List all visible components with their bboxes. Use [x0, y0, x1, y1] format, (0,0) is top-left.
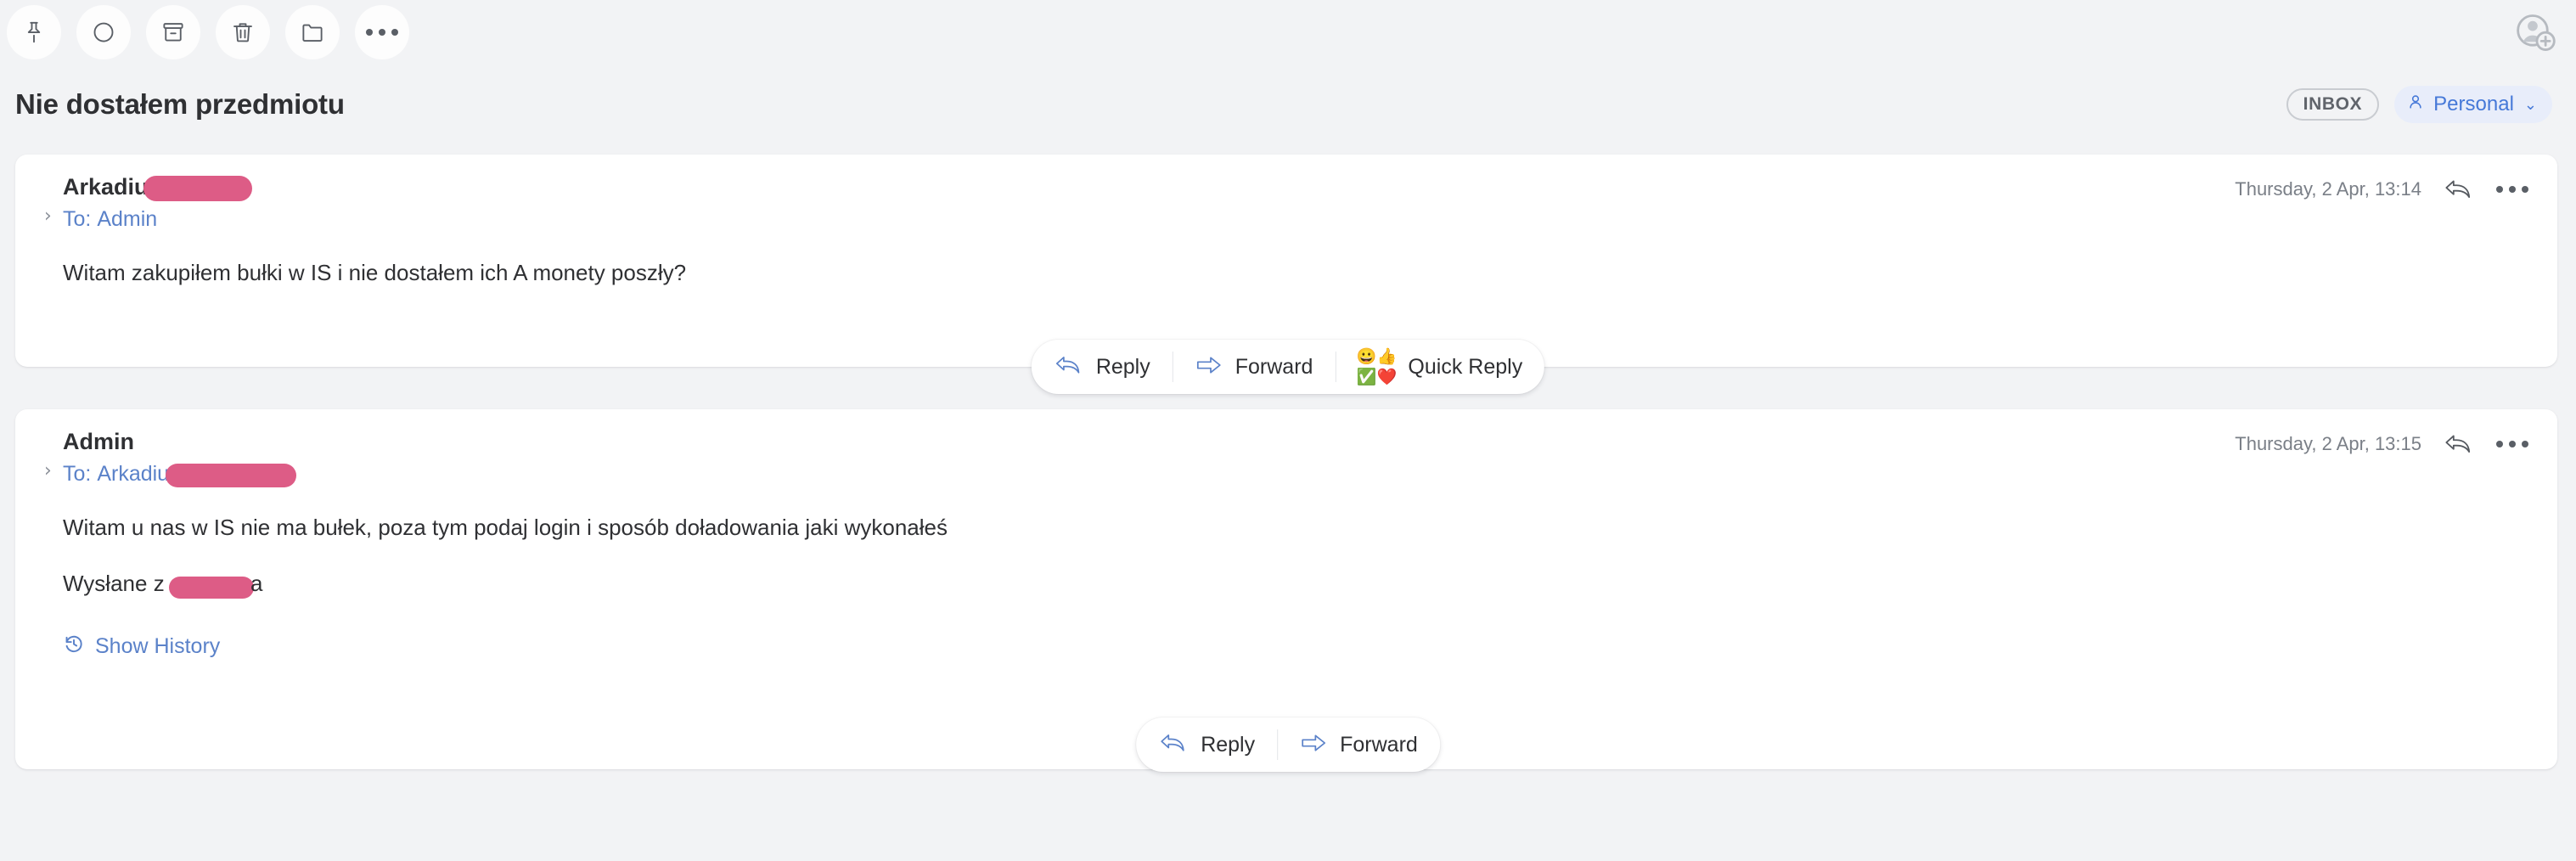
account-selector-personal[interactable]: Personal ⌄: [2394, 86, 2552, 123]
emoji-cluster-icon: 😀 👍 ✅ ❤️: [1356, 347, 1398, 386]
page-title: Nie dostałem przedmiotu: [15, 88, 345, 120]
archive-button[interactable]: [146, 5, 200, 59]
chevron-down-icon: ⌄: [2523, 95, 2537, 113]
redaction-mark-sender: [143, 175, 252, 201]
folder-icon: [300, 20, 325, 45]
expand-recipients-chevron[interactable]: ›: [44, 207, 52, 226]
sender-name: Arkadiu: [63, 174, 149, 200]
show-history-label: Show History: [95, 634, 221, 659]
reply-arrow-icon: [1158, 731, 1189, 759]
redaction-mark-signature: [168, 576, 254, 599]
email-thread-view: Nie dostałem przedmiotu INBOX Personal ⌄…: [0, 0, 2576, 861]
recipient-name: Arkadiu: [97, 461, 170, 486]
recipient-prefix: To:: [63, 206, 92, 231]
pin-button[interactable]: [7, 5, 61, 59]
recipient-line[interactable]: To: Admin: [63, 207, 2528, 232]
more-options-button[interactable]: [355, 5, 409, 59]
person-icon: [2406, 93, 2425, 115]
message-card[interactable]: › Admin To: Arkadiu Thursday, 2 Apr, 13:…: [15, 409, 2557, 769]
forward-arrow-icon: [1195, 354, 1223, 380]
signature-prefix: Wysłane z: [63, 571, 165, 597]
forward-button[interactable]: Forward: [1172, 340, 1336, 394]
forward-label: Forward: [1340, 732, 1418, 757]
folder-badge-inbox[interactable]: INBOX: [2286, 88, 2380, 121]
reply-button[interactable]: Reply: [1136, 718, 1277, 772]
message-action-bar: Reply Forward 😀 👍 ✅ ❤️ Quick Reply: [1031, 340, 1545, 394]
ellipsis-icon: [366, 29, 398, 36]
subject-row: Nie dostałem przedmiotu INBOX Personal ⌄: [0, 78, 2576, 131]
message-body-text: Witam u nas w IS nie ma bułek, poza tym …: [63, 514, 948, 540]
delete-button[interactable]: [216, 5, 270, 59]
move-to-folder-button[interactable]: [285, 5, 340, 59]
quick-reply-button[interactable]: 😀 👍 ✅ ❤️ Quick Reply: [1335, 340, 1544, 394]
trash-icon: [230, 20, 256, 45]
account-selector-label: Personal: [2433, 92, 2514, 115]
reply-button[interactable]: Reply: [1032, 340, 1173, 394]
emoji-smile: 😀: [1356, 347, 1377, 366]
message-body: Witam zakupiłem bułki w IS i nie dostałe…: [15, 232, 2557, 290]
message-body-text: Witam zakupiłem bułki w IS i nie dostałe…: [63, 259, 687, 285]
emoji-heart: ❤️: [1376, 368, 1398, 386]
expand-recipients-chevron[interactable]: ›: [44, 462, 52, 481]
forward-label: Forward: [1235, 354, 1313, 379]
reply-label: Reply: [1201, 732, 1256, 757]
sender-line: Admin: [63, 428, 2528, 457]
forward-arrow-icon: [1299, 732, 1328, 758]
message-body: Witam u nas w IS nie ma bułek, poza tym …: [15, 487, 2557, 661]
archive-icon: [160, 20, 186, 45]
add-contact-avatar[interactable]: [2513, 10, 2557, 54]
signature-suffix: a: [250, 571, 263, 597]
emoji-thumbs-up: 👍: [1376, 347, 1398, 366]
sender-name: Admin: [63, 429, 134, 454]
emoji-check: ✅: [1356, 368, 1377, 386]
recipient-prefix: To:: [63, 461, 92, 486]
history-icon: [63, 633, 85, 661]
reply-icon-button[interactable]: [2444, 431, 2474, 457]
show-history-link[interactable]: Show History: [63, 633, 220, 661]
message-more-options-button[interactable]: [2496, 441, 2528, 447]
message-more-options-button[interactable]: [2496, 186, 2528, 193]
recipient-name: Admin: [97, 206, 158, 231]
message-signature: Wysłane z a: [63, 571, 2510, 599]
mark-unread-button[interactable]: [76, 5, 131, 59]
message-timestamp: Thursday, 2 Apr, 13:15: [2235, 433, 2421, 454]
quick-reply-label: Quick Reply: [1408, 354, 1523, 379]
message-meta: Thursday, 2 Apr, 13:15: [2235, 431, 2528, 457]
message-toolbar: [0, 0, 2576, 65]
message-card[interactable]: › Arkadiu To: Admin Thursday, 2 Apr, 13:…: [15, 155, 2557, 367]
sender-line: Arkadiu: [63, 173, 2528, 202]
message-header: › Arkadiu To: Admin Thursday, 2 Apr, 13:…: [15, 155, 2557, 232]
reply-icon-button[interactable]: [2444, 177, 2474, 202]
reply-label: Reply: [1095, 354, 1150, 379]
redaction-mark-recipient: [166, 463, 297, 487]
subject-right-group: INBOX Personal ⌄: [2286, 86, 2552, 123]
mark-unread-icon: [91, 20, 116, 45]
message-timestamp: Thursday, 2 Apr, 13:14: [2235, 178, 2421, 200]
message-action-bar: Reply Forward: [1136, 718, 1440, 772]
recipient-line[interactable]: To: Arkadiu: [63, 462, 2528, 487]
message-header: › Admin To: Arkadiu Thursday, 2 Apr, 13:…: [15, 409, 2557, 487]
forward-button[interactable]: Forward: [1277, 718, 1440, 772]
message-meta: Thursday, 2 Apr, 13:14: [2235, 177, 2528, 202]
reply-arrow-icon: [1054, 353, 1084, 381]
pin-icon: [21, 20, 47, 45]
